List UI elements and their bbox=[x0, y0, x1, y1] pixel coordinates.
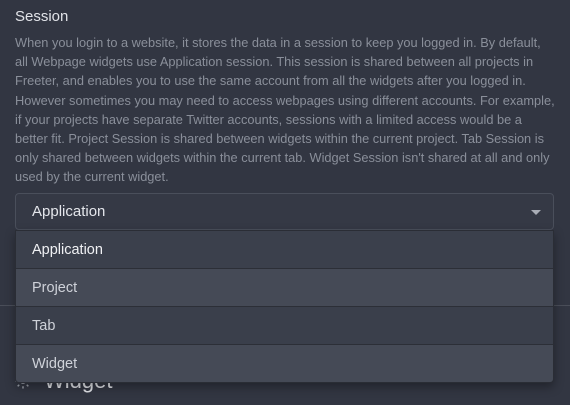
option-tab[interactable]: Tab bbox=[16, 307, 553, 345]
option-project[interactable]: Project bbox=[16, 269, 553, 307]
option-label: Tab bbox=[32, 317, 56, 334]
option-widget[interactable]: Widget bbox=[16, 345, 553, 382]
session-options-menu: Application Project Tab Widget bbox=[15, 230, 554, 383]
session-select[interactable]: Application bbox=[15, 193, 554, 230]
option-label: Project bbox=[32, 279, 78, 296]
option-application[interactable]: Application bbox=[16, 231, 553, 269]
option-label: Widget bbox=[32, 356, 78, 372]
option-label: Application bbox=[32, 241, 103, 258]
section-title: Session bbox=[15, 8, 69, 25]
caret-down-icon bbox=[531, 210, 541, 215]
session-select-value: Application bbox=[32, 203, 106, 220]
section-description: When you login to a website, it stores t… bbox=[15, 35, 555, 185]
